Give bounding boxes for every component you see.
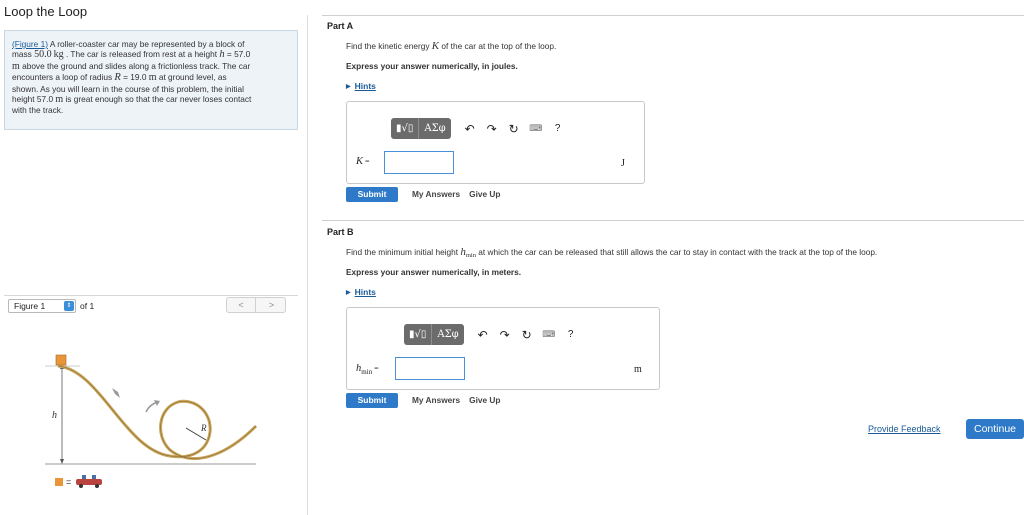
loop-the-loop-figure: h R = xyxy=(45,354,258,488)
page-title: Loop the Loop xyxy=(4,4,88,19)
part-a-answer-box: ▮√▯ ΑΣφ ↶ ↷ ↻ ⌨ ? K = J xyxy=(346,101,645,184)
greek-symbols-button[interactable]: ΑΣφ xyxy=(432,324,463,345)
toolbar-group: ▮√▯ ΑΣφ xyxy=(404,324,464,345)
part-a-actions: Submit My Answers Give Up xyxy=(346,186,500,202)
height-label: h xyxy=(52,410,57,421)
part-b-submit-button[interactable]: Submit xyxy=(346,392,398,408)
part-a-my-answers-button[interactable]: My Answers xyxy=(412,189,460,199)
expand-triangle-icon: ▶ xyxy=(346,290,351,296)
templates-button[interactable]: ▮√▯ xyxy=(404,324,433,345)
radius-label: R xyxy=(200,423,207,433)
roller-coaster-track xyxy=(57,364,258,460)
column-divider xyxy=(307,15,308,515)
part-b-my-answers-button[interactable]: My Answers xyxy=(412,395,460,405)
legend-equals: = xyxy=(66,477,71,487)
part-b-instructions: Express your answer numerically, in mete… xyxy=(346,267,522,277)
figure-navigator: Figure 1 ⇕ of 1 < > xyxy=(4,295,298,315)
part-b-actions: Submit My Answers Give Up xyxy=(346,392,500,408)
legend-block-icon xyxy=(55,478,63,486)
problem-statement: (Figure 1) A roller-coaster car may be r… xyxy=(4,30,298,130)
part-b-give-up-button[interactable]: Give Up xyxy=(469,395,500,405)
undo-icon[interactable]: ↶ xyxy=(459,122,481,136)
part-a-submit-button[interactable]: Submit xyxy=(346,186,398,202)
block-car xyxy=(55,354,67,366)
reset-icon[interactable]: ↻ xyxy=(503,122,525,136)
part-a-hints-link[interactable]: ▶ Hints xyxy=(346,81,376,91)
undo-icon[interactable]: ↶ xyxy=(472,328,494,342)
math-toolbar: ▮√▯ ΑΣφ ↶ ↷ ↻ ⌨ ? xyxy=(404,323,582,346)
keyboard-icon[interactable]: ⌨ xyxy=(525,123,547,134)
math-toolbar: ▮√▯ ΑΣφ ↶ ↷ ↻ ⌨ ? xyxy=(391,117,569,140)
figure-select[interactable]: Figure 1 ⇕ xyxy=(8,299,76,313)
part-a-divider xyxy=(322,15,1024,16)
redo-icon[interactable]: ↷ xyxy=(494,328,516,342)
redo-icon[interactable]: ↷ xyxy=(481,122,503,136)
problem-line: shown. As you will learn in the course o… xyxy=(12,83,244,94)
reset-icon[interactable]: ↻ xyxy=(516,328,538,342)
part-b-answer-box: ▮√▯ ΑΣφ ↶ ↷ ↻ ⌨ ? hmin = m xyxy=(346,307,660,390)
car-icon xyxy=(76,475,102,488)
expand-triangle-icon: ▶ xyxy=(346,84,351,90)
problem-line: height 57.0 m is great enough so that th… xyxy=(12,94,252,106)
part-b-divider xyxy=(322,220,1024,221)
figure-pager: < > xyxy=(226,297,286,313)
part-b-answer-label: hmin = xyxy=(356,363,379,376)
part-a-answer-label: K = xyxy=(356,156,370,167)
figure-count: of 1 xyxy=(80,301,95,311)
problem-line: mass 50.0 kg . The car is released from r… xyxy=(12,49,251,61)
part-b-answer-input[interactable] xyxy=(395,357,465,380)
prev-figure-button[interactable]: < xyxy=(227,298,256,312)
problem-line: (Figure 1) A roller-coaster car may be r… xyxy=(12,39,245,49)
continue-button[interactable]: Continue xyxy=(966,419,1024,439)
help-icon[interactable]: ? xyxy=(547,123,569,134)
part-a-instructions: Express your answer numerically, in joul… xyxy=(346,61,518,71)
greek-symbols-button[interactable]: ΑΣφ xyxy=(419,118,450,139)
templates-button[interactable]: ▮√▯ xyxy=(391,118,420,139)
part-a-question: Find the kinetic energy K of the car at … xyxy=(346,40,557,52)
part-b-hints-link[interactable]: ▶ Hints xyxy=(346,287,376,297)
toolbar-group: ▮√▯ ΑΣφ xyxy=(391,118,451,139)
problem-line: with the track. xyxy=(12,105,64,116)
part-a-answer-input[interactable] xyxy=(384,151,454,174)
problem-line: m above the ground and slides along a fr… xyxy=(12,60,251,72)
provide-feedback-link[interactable]: Provide Feedback xyxy=(868,424,941,434)
part-a-give-up-button[interactable]: Give Up xyxy=(469,189,500,199)
select-arrows-icon: ⇕ xyxy=(64,301,74,311)
part-a-title: Part A xyxy=(327,21,354,31)
next-figure-button[interactable]: > xyxy=(257,298,286,312)
help-icon[interactable]: ? xyxy=(560,329,582,340)
motion-arrow-icon xyxy=(112,388,120,398)
part-b-question: Find the minimum initial height hmin at … xyxy=(346,246,878,259)
figure-link[interactable]: (Figure 1) xyxy=(12,39,48,49)
part-b-unit: m xyxy=(634,364,642,375)
keyboard-icon[interactable]: ⌨ xyxy=(538,329,560,340)
part-a-unit: J xyxy=(621,158,625,169)
height-arrow-down xyxy=(60,459,64,464)
part-b-title: Part B xyxy=(327,227,354,237)
problem-line: encounters a loop of radius R = 19.0 m a… xyxy=(12,72,227,84)
